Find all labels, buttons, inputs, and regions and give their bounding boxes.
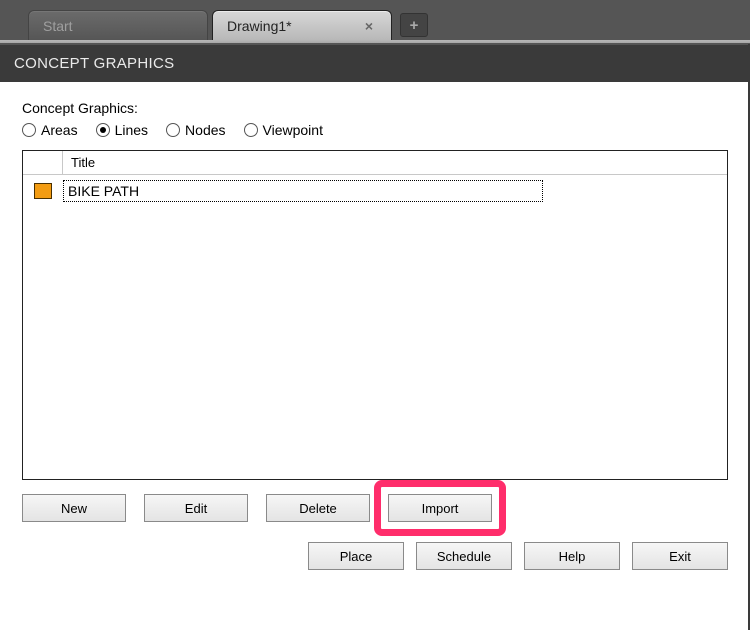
import-button-wrap: Import <box>388 494 492 522</box>
radio-icon <box>96 123 110 137</box>
listbox-header: Title <box>23 151 727 175</box>
color-swatch[interactable] <box>34 183 52 199</box>
listbox-body: BIKE PATH <box>23 175 727 203</box>
tab-label: Start <box>43 18 73 34</box>
plus-icon: + <box>410 17 419 34</box>
tab-bar: Start Drawing1* × + <box>0 0 750 40</box>
delete-button[interactable]: Delete <box>266 494 370 522</box>
new-button[interactable]: New <box>22 494 126 522</box>
tab-label: Drawing1* <box>227 18 292 34</box>
tab-start[interactable]: Start <box>28 10 208 40</box>
import-button[interactable]: Import <box>388 494 492 522</box>
close-icon[interactable]: × <box>361 18 377 34</box>
radio-icon <box>166 123 180 137</box>
exit-button[interactable]: Exit <box>632 542 728 570</box>
tab-drawing[interactable]: Drawing1* × <box>212 10 392 40</box>
button-label: Delete <box>299 501 337 516</box>
radio-icon <box>244 123 258 137</box>
crud-button-row: New Edit Delete Import <box>22 494 728 522</box>
title-cell: BIKE PATH <box>63 180 543 202</box>
button-label: Exit <box>669 549 691 564</box>
radio-dot-icon <box>100 127 106 133</box>
radio-icon <box>22 123 36 137</box>
button-label: New <box>61 501 87 516</box>
radio-nodes[interactable]: Nodes <box>166 122 225 138</box>
panel-title-text: CONCEPT GRAPHICS <box>14 55 174 72</box>
title-value: BIKE PATH <box>68 183 139 199</box>
radio-label: Lines <box>115 122 148 138</box>
radio-viewpoint[interactable]: Viewpoint <box>244 122 323 138</box>
list-item[interactable]: BIKE PATH <box>23 179 727 203</box>
button-label: Place <box>340 549 373 564</box>
place-button[interactable]: Place <box>308 542 404 570</box>
swatch-cell <box>23 183 63 199</box>
title-input[interactable]: BIKE PATH <box>63 180 543 202</box>
action-button-row: Place Schedule Help Exit <box>22 542 728 570</box>
radio-group: Areas Lines Nodes Viewpoint <box>22 122 728 138</box>
column-title[interactable]: Title <box>63 151 727 175</box>
button-label: Schedule <box>437 549 491 564</box>
panel-title: CONCEPT GRAPHICS <box>0 44 750 82</box>
radio-lines[interactable]: Lines <box>96 122 148 138</box>
new-tab-button[interactable]: + <box>400 13 428 37</box>
help-button[interactable]: Help <box>524 542 620 570</box>
radio-label: Areas <box>41 122 78 138</box>
graphics-listbox[interactable]: Title BIKE PATH <box>22 150 728 480</box>
panel-body: Concept Graphics: Areas Lines Nodes View… <box>0 82 750 580</box>
button-label: Import <box>422 501 459 516</box>
column-swatch[interactable] <box>23 151 63 175</box>
radio-label: Nodes <box>185 122 225 138</box>
radio-label: Viewpoint <box>263 122 323 138</box>
button-label: Help <box>559 549 586 564</box>
group-label: Concept Graphics: <box>22 100 728 116</box>
edit-button[interactable]: Edit <box>144 494 248 522</box>
schedule-button[interactable]: Schedule <box>416 542 512 570</box>
button-label: Edit <box>185 501 207 516</box>
column-title-label: Title <box>71 155 95 170</box>
radio-areas[interactable]: Areas <box>22 122 78 138</box>
